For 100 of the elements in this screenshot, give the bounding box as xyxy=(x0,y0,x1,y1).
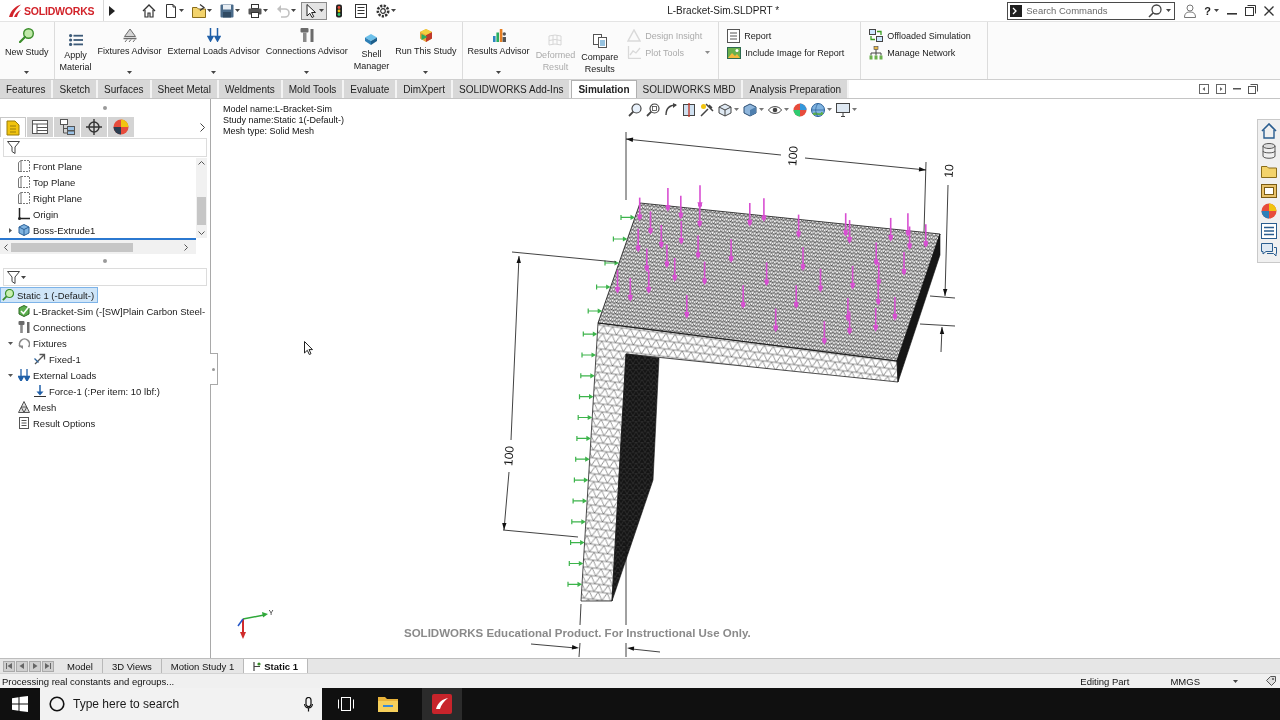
ribbon-button[interactable]: Offloaded Simulation xyxy=(867,27,981,44)
tree-item[interactable]: Boss-Extrude1 xyxy=(16,222,100,238)
ribbon-button[interactable]: Results Advisor xyxy=(464,22,533,79)
cylinder-icon[interactable] xyxy=(1261,143,1277,159)
view-toolbar-button[interactable] xyxy=(628,102,642,117)
tree-item[interactable]: Origin xyxy=(16,206,63,222)
tree-item[interactable]: Connections xyxy=(16,319,90,335)
tab[interactable]: Weldments xyxy=(218,80,283,98)
filter-field[interactable] xyxy=(3,268,207,286)
scroll-thumb[interactable] xyxy=(11,242,133,252)
tab[interactable]: SOLIDWORKS Add-Ins xyxy=(452,80,572,98)
ribbon-button[interactable]: Run This Study xyxy=(392,22,460,79)
frame-icon[interactable] xyxy=(1261,183,1277,199)
panel-right-icon[interactable] xyxy=(1216,84,1226,94)
tab[interactable]: Sheet Metal xyxy=(151,80,219,98)
search-input[interactable]: Type here to search xyxy=(73,695,296,713)
tree-item[interactable]: Force-1 (:Per item: 10 lbf:) xyxy=(32,383,164,399)
help-button[interactable]: ? xyxy=(1204,4,1219,17)
grip-icon[interactable] xyxy=(103,106,107,110)
panel-tab[interactable] xyxy=(54,117,80,137)
filter-field[interactable] xyxy=(3,138,207,157)
caret-down-icon[interactable] xyxy=(7,373,13,377)
tab[interactable]: Evaluate xyxy=(344,80,398,98)
computers-icon xyxy=(869,29,884,42)
tree-item[interactable]: Static 1 (-Default-) xyxy=(0,287,99,303)
tree-item[interactable]: Top Plane xyxy=(16,174,80,190)
tree-item[interactable]: Front Plane xyxy=(16,158,87,174)
view-toolbar-button[interactable] xyxy=(718,102,739,117)
tab-scroll-button[interactable] xyxy=(3,660,15,672)
list-icon[interactable] xyxy=(1261,223,1277,239)
user-icon[interactable] xyxy=(1184,3,1197,18)
ribbon-button[interactable]: Fixtures Advisor xyxy=(94,22,165,79)
ribbon-button[interactable]: Apply Material xyxy=(56,22,95,79)
scrollbar[interactable] xyxy=(196,158,207,238)
tree-item[interactable]: L-Bracket-Sim (-[SW]Plain Carbon Steel- xyxy=(16,303,210,319)
units-selector[interactable]: MMGS xyxy=(1170,675,1200,687)
tree-item[interactable]: Result Options xyxy=(16,415,100,431)
scroll-thumb[interactable] xyxy=(197,197,206,225)
tab[interactable]: Sketch xyxy=(53,80,99,98)
terminal-icon[interactable] xyxy=(1010,4,1023,17)
ribbon-button[interactable]: Connections Advisor xyxy=(262,22,351,79)
panel-handle[interactable] xyxy=(210,353,218,385)
tab-scroll-button[interactable] xyxy=(42,660,54,672)
panel-tab[interactable] xyxy=(108,117,134,137)
ribbon-button[interactable]: Include Image for Report xyxy=(725,44,855,61)
ribbon-button[interactable]: Shell Manager xyxy=(350,22,393,79)
color-ball-icon[interactable] xyxy=(1261,203,1277,219)
panel-tab[interactable] xyxy=(81,117,107,137)
tab[interactable]: Analysis Preparation xyxy=(743,80,850,98)
search-field[interactable]: Search Commands xyxy=(1007,1,1176,20)
search-field[interactable]: Type here to search xyxy=(40,688,322,720)
tab[interactable]: Features xyxy=(0,80,54,98)
home-icon[interactable] xyxy=(1261,123,1277,139)
grip-icon[interactable] xyxy=(103,258,107,263)
scrollbar[interactable] xyxy=(0,240,196,254)
search-icon[interactable] xyxy=(1148,3,1163,18)
tree-item[interactable]: External Loads xyxy=(16,367,101,383)
toolbar-button[interactable] xyxy=(301,1,327,20)
panel-left-icon[interactable] xyxy=(1199,84,1209,94)
tab-scroll-button[interactable] xyxy=(16,660,28,672)
tab[interactable]: SOLIDWORKS MBD xyxy=(636,80,744,98)
ribbon-button[interactable]: Manage Network xyxy=(867,44,981,61)
chevron-right-icon[interactable] xyxy=(200,122,205,132)
tab-scroll-button[interactable] xyxy=(29,660,41,672)
triangle-right-icon[interactable] xyxy=(109,5,115,16)
tab[interactable]: Simulation xyxy=(571,80,637,98)
view-toolbar-button[interactable] xyxy=(743,102,764,117)
home-icon xyxy=(142,3,156,18)
folder-icon[interactable] xyxy=(1261,163,1277,179)
caret-down-icon[interactable] xyxy=(7,341,13,345)
chat-icon[interactable] xyxy=(1261,243,1277,259)
view-toolbar-button[interactable] xyxy=(836,102,857,117)
view-toolbar-button[interactable] xyxy=(682,102,696,117)
minimize-icon[interactable] xyxy=(1227,12,1237,15)
caret-right-icon[interactable] xyxy=(8,227,12,233)
taskbar-app-button[interactable] xyxy=(422,688,462,720)
panel-tab[interactable] xyxy=(27,117,53,137)
view-toolbar-button[interactable] xyxy=(700,102,714,117)
restore-icon[interactable] xyxy=(1248,84,1258,94)
tab[interactable]: Mold Tools xyxy=(282,80,345,98)
tree-item[interactable]: Right Plane xyxy=(16,190,87,206)
ribbon-button[interactable]: Compare Results xyxy=(578,22,622,79)
tab[interactable]: DimXpert xyxy=(397,80,453,98)
search-input[interactable]: Search Commands xyxy=(1026,3,1145,18)
close-icon[interactable] xyxy=(1264,5,1274,16)
ribbon-button[interactable]: New Study xyxy=(2,22,52,79)
tree-item[interactable]: Mesh xyxy=(16,399,61,415)
tree-item[interactable]: Fixtures xyxy=(16,335,71,351)
tree-item[interactable]: Fixed-1 xyxy=(32,351,85,367)
ribbon-button[interactable]: External Loads Advisor xyxy=(164,22,263,79)
ribbon-button[interactable]: Report xyxy=(725,27,855,44)
restore-icon[interactable] xyxy=(1245,5,1256,16)
tab[interactable]: Static 1 xyxy=(244,659,308,673)
tab[interactable]: Surfaces xyxy=(98,80,152,98)
tag-icon[interactable] xyxy=(1266,676,1276,686)
view-toolbar-button[interactable] xyxy=(664,102,678,117)
view-toolbar-button[interactable] xyxy=(646,102,660,117)
view-toolbar-button[interactable] xyxy=(811,102,832,117)
microphone-icon[interactable] xyxy=(304,696,313,712)
toolbar-button[interactable] xyxy=(189,1,215,20)
